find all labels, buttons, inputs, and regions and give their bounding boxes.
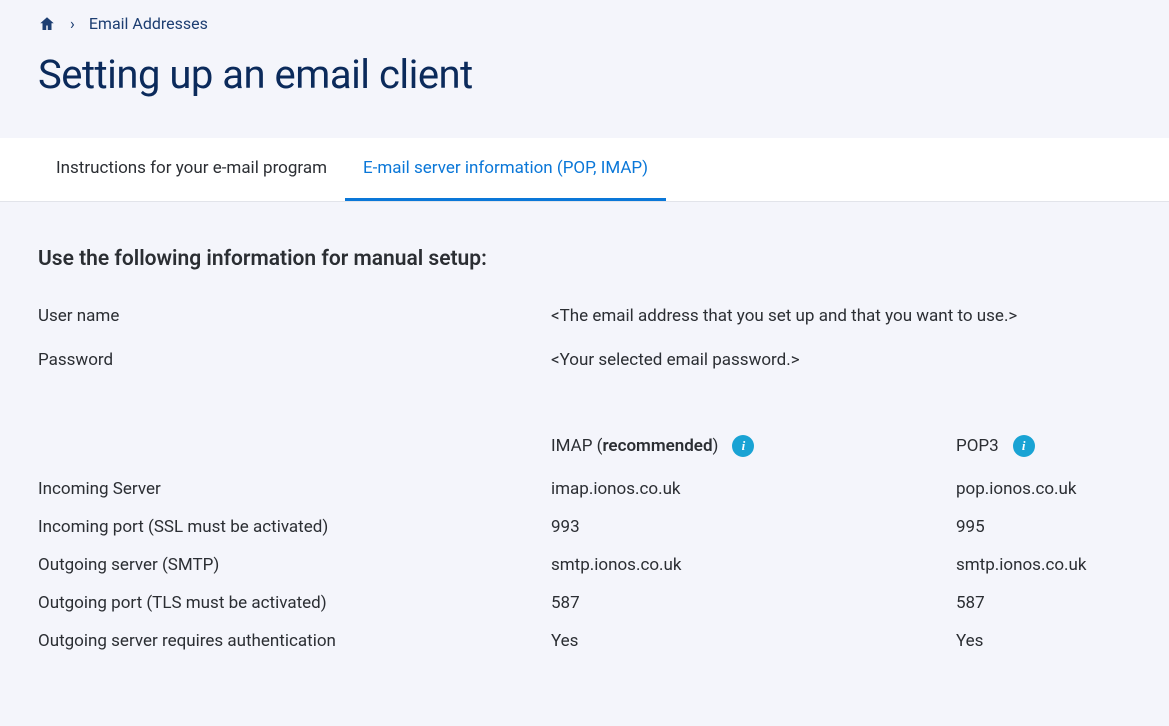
outgoing-port-imap: 587: [551, 593, 956, 613]
incoming-server-imap: imap.ionos.co.uk: [551, 479, 956, 499]
pop-header: POP3 i: [956, 435, 1131, 457]
info-icon[interactable]: i: [1013, 435, 1035, 457]
incoming-port-pop: 995: [956, 517, 1131, 537]
chevron-right-icon: ›: [70, 14, 75, 33]
outgoing-auth-pop: Yes: [956, 631, 1131, 651]
header-area: › Email Addresses Setting up an email cl…: [0, 0, 1169, 138]
row-incoming-server: Incoming Server imap.ionos.co.uk pop.ion…: [38, 479, 1131, 499]
password-value: <Your selected email password.>: [551, 350, 800, 370]
outgoing-port-pop: 587: [956, 593, 1131, 613]
imap-header-suffix: ): [713, 436, 719, 456]
row-outgoing-server: Outgoing server (SMTP) smtp.ionos.co.uk …: [38, 555, 1131, 575]
row-password: Password <Your selected email password.>: [38, 350, 1131, 370]
outgoing-auth-imap: Yes: [551, 631, 956, 651]
tab-server-info[interactable]: E-mail server information (POP, IMAP): [345, 138, 666, 201]
breadcrumb-link-email-addresses[interactable]: Email Addresses: [89, 14, 208, 33]
imap-header: IMAP (recommended) i: [551, 435, 956, 457]
row-outgoing-auth: Outgoing server requires authentication …: [38, 631, 1131, 651]
section-heading: Use the following information for manual…: [38, 247, 1131, 271]
info-icon[interactable]: i: [732, 435, 754, 457]
username-value: <The email address that you set up and t…: [551, 306, 1017, 326]
outgoing-server-imap: smtp.ionos.co.uk: [551, 555, 956, 575]
outgoing-server-label: Outgoing server (SMTP): [38, 555, 551, 575]
row-username: User name <The email address that you se…: [38, 306, 1131, 326]
outgoing-auth-label: Outgoing server requires authentication: [38, 631, 551, 651]
incoming-port-label: Incoming port (SSL must be activated): [38, 517, 551, 537]
incoming-port-imap: 993: [551, 517, 956, 537]
row-outgoing-port: Outgoing port (TLS must be activated) 58…: [38, 593, 1131, 613]
incoming-server-label: Incoming Server: [38, 479, 551, 499]
tabs: Instructions for your e-mail program E-m…: [0, 138, 1169, 201]
incoming-server-pop: pop.ionos.co.uk: [956, 479, 1131, 499]
content-area: Use the following information for manual…: [0, 202, 1169, 709]
outgoing-port-label: Outgoing port (TLS must be activated): [38, 593, 551, 613]
server-header-row: IMAP (recommended) i POP3 i: [38, 435, 1131, 457]
row-incoming-port: Incoming port (SSL must be activated) 99…: [38, 517, 1131, 537]
home-icon[interactable]: [38, 15, 56, 33]
tabs-container: Instructions for your e-mail program E-m…: [0, 138, 1169, 202]
server-table: IMAP (recommended) i POP3 i Incoming Ser…: [38, 435, 1131, 651]
imap-header-bold: recommended: [602, 436, 712, 456]
imap-header-prefix: IMAP (: [551, 436, 602, 456]
pop-header-label: POP3: [956, 436, 999, 456]
page-title: Setting up an email client: [38, 51, 1131, 98]
outgoing-server-pop: smtp.ionos.co.uk: [956, 555, 1131, 575]
username-label: User name: [38, 306, 551, 326]
password-label: Password: [38, 350, 551, 370]
tab-instructions[interactable]: Instructions for your e-mail program: [38, 138, 345, 201]
breadcrumb: › Email Addresses: [38, 14, 1131, 33]
